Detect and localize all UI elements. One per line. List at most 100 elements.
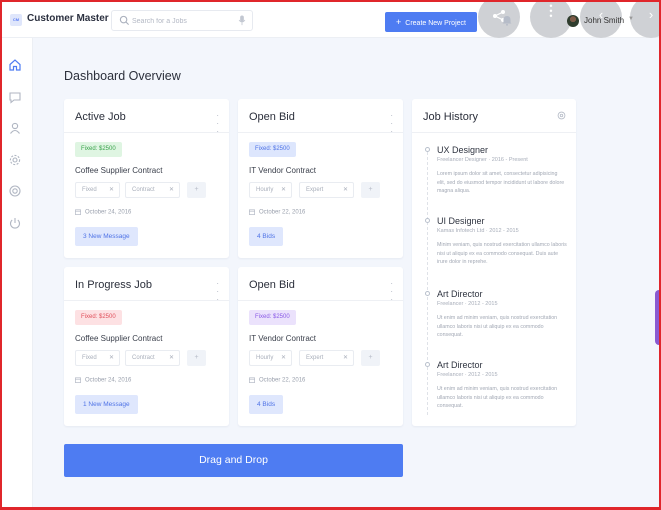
job-history-panel: Job History UX Designer Freelancer Desig… [412, 99, 576, 426]
timeline-dot [425, 147, 430, 152]
close-icon[interactable]: ✕ [281, 351, 286, 365]
card-title: In Progress Job [75, 279, 153, 291]
calendar-icon [75, 377, 81, 383]
tag-chip[interactable]: Hourly ✕ [249, 182, 292, 198]
messages-button[interactable]: 1 New Message [75, 395, 138, 414]
overlay-more-button[interactable]: • • • [530, 0, 572, 38]
divider [238, 132, 403, 133]
history-role: Art Director [437, 289, 483, 299]
chat-icon[interactable] [8, 90, 22, 104]
close-icon[interactable]: ✕ [343, 183, 348, 197]
history-role: Art Director [437, 360, 483, 370]
tag-label: Contract [132, 187, 155, 193]
timeline-line [427, 147, 428, 415]
job-card-open-bid[interactable]: Open Bid ··· Fixed: $2500 IT Vendor Cont… [238, 99, 403, 258]
card-title: Open Bid [249, 279, 295, 291]
main-content: Dashboard Overview Active Job ··· Fixed:… [33, 38, 659, 507]
tag-label: Hourly [256, 355, 274, 361]
search-input[interactable] [132, 14, 232, 28]
gear-icon[interactable] [8, 184, 22, 198]
sidebar [2, 38, 33, 507]
avatar[interactable] [567, 15, 579, 27]
user-icon[interactable] [8, 121, 22, 135]
add-tag-button[interactable]: + [187, 182, 206, 198]
divider [64, 132, 229, 133]
job-card-in-progress[interactable]: In Progress Job ··· Fixed: $2500 Coffee … [64, 267, 229, 426]
history-description: Ut enim ad minim veniam, quis nostrud ex… [437, 315, 558, 338]
drag-and-drop-button[interactable]: Drag and Drop [64, 444, 403, 477]
microphone-icon[interactable] [238, 15, 246, 26]
close-icon[interactable]: ✕ [109, 183, 114, 197]
price-badge: Fixed: $2500 [75, 310, 122, 325]
close-icon[interactable]: ✕ [343, 351, 348, 365]
panel-title: Job History [423, 111, 479, 123]
tag-chip[interactable]: Expert ✕ [299, 182, 354, 198]
tag-label: Hourly [256, 187, 274, 193]
job-card-open-bid[interactable]: Open Bid ··· Fixed: $2500 IT Vendor Cont… [238, 267, 403, 426]
history-role: UI Designer [437, 216, 485, 226]
close-icon[interactable]: ✕ [169, 183, 174, 197]
card-title: Open Bid [249, 111, 295, 123]
date-row: October 22, 2016 [249, 377, 305, 384]
history-meta: Freelancer Designer · 2016 - Present [437, 157, 528, 163]
add-tag-button[interactable]: + [361, 350, 380, 366]
tag-chip[interactable]: Fixed ✕ [75, 350, 120, 366]
home-icon[interactable] [8, 58, 22, 72]
close-icon[interactable]: ✕ [109, 351, 114, 365]
job-title: Coffee Supplier Contract [75, 334, 163, 343]
divider [64, 300, 229, 301]
settings-icon[interactable] [557, 111, 566, 120]
close-icon[interactable]: ✕ [281, 183, 286, 197]
history-description: Ut enim ad minim veniam, quis nostrud ex… [437, 386, 558, 409]
date-label: October 24, 2016 [85, 209, 132, 216]
job-card-active[interactable]: Active Job ··· Fixed: $2500 Coffee Suppl… [64, 99, 229, 258]
chevron-down-icon[interactable]: ▼ [628, 16, 634, 22]
history-description: Minim veniam, quis nostrud exercitation … [437, 242, 567, 265]
edge-handle[interactable] [655, 290, 661, 345]
tag-chip[interactable]: Hourly ✕ [249, 350, 292, 366]
search-icon [119, 15, 130, 26]
bids-button[interactable]: 4 Bids [249, 227, 284, 246]
search-box[interactable] [111, 10, 253, 31]
overlay-forward-button[interactable]: › [630, 0, 661, 38]
add-tag-button[interactable]: + [361, 182, 380, 198]
history-meta: Kamas Infotech Ltd · 2012 - 2015 [437, 228, 519, 234]
tag-chip[interactable]: Expert ✕ [299, 350, 354, 366]
price-badge: Fixed: $2500 [249, 310, 296, 325]
date-label: October 22, 2016 [259, 377, 306, 384]
timeline-dot [425, 291, 430, 296]
date-row: October 24, 2016 [75, 377, 131, 384]
divider [238, 300, 403, 301]
add-tag-button[interactable]: + [187, 350, 206, 366]
date-label: October 24, 2016 [85, 377, 132, 384]
history-role: UX Designer [437, 145, 489, 155]
tag-chip[interactable]: Fixed ✕ [75, 182, 120, 198]
date-label: October 22, 2016 [259, 209, 306, 216]
bids-button[interactable]: 4 Bids [249, 395, 284, 414]
overlay-circle-button[interactable] [478, 0, 520, 38]
power-icon[interactable] [8, 216, 22, 230]
tag-label: Fixed [82, 355, 97, 361]
card-title: Active Job [75, 111, 126, 123]
close-icon[interactable]: ✕ [169, 351, 174, 365]
app-logo: CM [10, 14, 22, 26]
divider [412, 132, 576, 133]
settings-icon[interactable] [8, 153, 22, 167]
bell-icon[interactable] [502, 15, 512, 26]
date-row: October 24, 2016 [75, 209, 131, 216]
history-meta: Freelancer · 2012 - 2015 [437, 301, 498, 307]
tag-chip[interactable]: Contract ✕ [125, 182, 180, 198]
messages-button[interactable]: 3 New Message [75, 227, 138, 246]
page-title: Dashboard Overview [64, 69, 181, 83]
job-title: IT Vendor Contract [249, 166, 316, 175]
tag-label: Expert [306, 355, 324, 361]
timeline-dot [425, 362, 430, 367]
create-project-button[interactable]: + Create New Project [385, 12, 477, 32]
user-name[interactable]: John Smith [584, 16, 624, 25]
tag-label: Expert [306, 187, 324, 193]
calendar-icon [75, 209, 81, 215]
history-meta: Freelancer · 2012 - 2015 [437, 372, 498, 378]
price-badge: Fixed: $2500 [75, 142, 122, 157]
calendar-icon [249, 377, 255, 383]
tag-chip[interactable]: Contract ✕ [125, 350, 180, 366]
